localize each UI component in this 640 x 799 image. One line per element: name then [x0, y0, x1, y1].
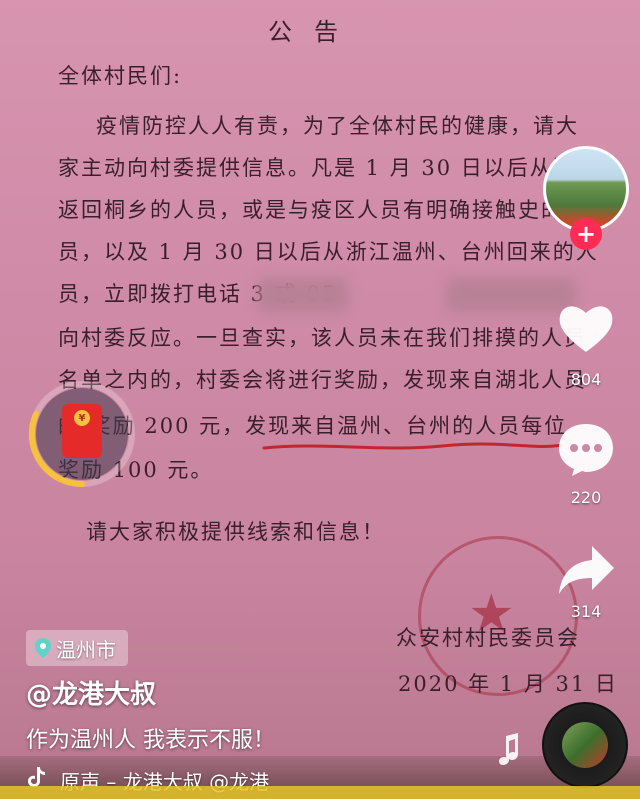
notice-line: 家主动向村委提供信息。凡是 1 月 30 日以后从湖北: [58, 156, 599, 180]
notice-line: 疫情防控人人有责，为了全体村民的健康，请大: [96, 114, 579, 138]
location-label: 温州市: [56, 637, 116, 662]
notice-salutation: 全体村民们:: [58, 64, 183, 88]
share-count: 314: [570, 602, 602, 621]
notice-signature-date: 2020 年 1 月 31 日: [398, 672, 618, 696]
notice-closing: 请大家积极提供线索和信息！: [86, 520, 385, 544]
follow-button[interactable]: +: [570, 218, 602, 250]
comment-icon[interactable]: [556, 420, 616, 478]
heart-icon[interactable]: [556, 300, 616, 358]
yen-coin-icon: ¥: [74, 410, 90, 426]
author-name[interactable]: @龙港大叔: [26, 674, 156, 711]
share-icon[interactable]: [556, 540, 616, 598]
comment-count: 220: [570, 488, 602, 507]
notice-line: 员，以及 1 月 30 日以后从浙江温州、台州回来的人: [58, 240, 599, 264]
music-note-icon: [499, 733, 518, 765]
tiktok-note-icon: [28, 767, 45, 787]
like-count: 804: [570, 370, 602, 389]
notice-line: 返回桐乡的人员，或是与疫区人员有明确接触史的: [58, 198, 564, 222]
notice-title: 公告: [268, 18, 360, 46]
music-disc-cover: [562, 722, 608, 768]
location-chip[interactable]: 温州市: [26, 630, 128, 666]
blurred-phone-number: [258, 278, 348, 312]
video-frame[interactable]: 公告 全体村民们: 疫情防控人人有责，为了全体村民的健康，请大 家主动向村委提供…: [0, 0, 640, 799]
red-underline-mark: [262, 442, 564, 450]
notice-signature-org: 众安村村民委员会: [396, 626, 580, 650]
video-caption: 作为温州人 我表示不服！: [26, 728, 275, 753]
bottom-banner: [0, 786, 640, 799]
notice-line: 向村委反应。一旦查实，该人员未在我们排摸的人员: [58, 326, 587, 350]
location-pin-icon: [35, 638, 51, 658]
